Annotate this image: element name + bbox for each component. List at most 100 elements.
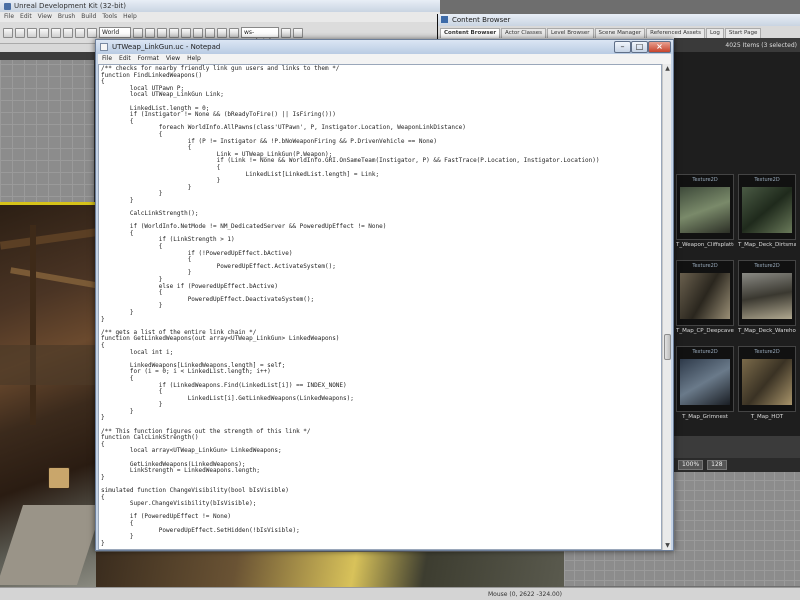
- asset-label: T_Map_HOT: [750, 414, 784, 420]
- asset-grid[interactable]: 4025 Items (3 selected) Texture2D T_Weap…: [674, 38, 800, 458]
- tab-level-browser[interactable]: Level Browser: [546, 28, 594, 38]
- code-line: LinkStrength = LinkedWeapons.length;: [101, 467, 260, 475]
- code-line: }: [101, 308, 134, 316]
- build-paths-button[interactable]: [193, 27, 203, 38]
- grid-button[interactable]: [145, 27, 155, 38]
- notepad-icon: [100, 43, 108, 51]
- scroll-up-icon[interactable]: ▲: [663, 64, 672, 73]
- tab-actor-classes[interactable]: Actor Classes: [501, 28, 546, 38]
- asset-thumbnail[interactable]: Texture2D T_Weapon_Cliffsplatter: [676, 174, 734, 258]
- top-viewport-toolbar: [0, 52, 96, 60]
- save-button[interactable]: [27, 27, 37, 38]
- texture-preview: [742, 359, 792, 405]
- rotate-tool-button[interactable]: [75, 27, 85, 38]
- asset-thumbnail[interactable]: Texture2D T_Map_Grimnest: [676, 346, 734, 430]
- maximize-button[interactable]: □: [631, 41, 648, 53]
- notepad-window: UTWeap_LinkGun.uc - Notepad – □ × File E…: [95, 39, 674, 551]
- notepad-menu-view[interactable]: View: [166, 54, 180, 64]
- camera-speed-button[interactable]: [157, 27, 167, 38]
- redo-button[interactable]: [51, 27, 61, 38]
- scroll-down-icon[interactable]: ▼: [663, 541, 672, 550]
- map-combo[interactable]: ws-marketplace: [241, 27, 281, 45]
- udk-app-icon: [4, 2, 11, 10]
- editor-menu-view[interactable]: View: [38, 13, 52, 21]
- asset-thumbnail-frame: Texture2D: [676, 260, 734, 326]
- play-in-editor-button[interactable]: [217, 27, 227, 38]
- asset-type: Texture2D: [692, 349, 718, 355]
- asset-view-bar: 100% 128: [674, 458, 800, 472]
- code-line: }: [101, 183, 192, 191]
- editor-menu-tools[interactable]: Tools: [102, 13, 117, 21]
- code-line: }: [101, 302, 163, 310]
- editor-title-text: Unreal Development Kit (32-bit): [14, 2, 126, 10]
- asset-thumbnail[interactable]: Texture2D T_Map_Deck_Warehouse: [738, 260, 796, 344]
- code-line: function GetLinkedWeapons(out array<UTWe…: [101, 335, 340, 343]
- actor-sprite-icon[interactable]: [48, 467, 70, 489]
- tab-log[interactable]: Log: [706, 28, 724, 38]
- coordinate-system-combo[interactable]: World: [99, 27, 131, 38]
- minimize-button[interactable]: –: [614, 41, 631, 53]
- scene-lower-strip: [96, 552, 564, 587]
- build-lighting-button[interactable]: [181, 27, 191, 38]
- editor-statusbar: Mouse (0, 2622 -324.00): [0, 587, 800, 600]
- tab-content-browser[interactable]: Content Browser: [440, 28, 501, 38]
- code-line: simulated function ChangeVisibility(bool…: [101, 487, 289, 494]
- scene-beam: [10, 267, 96, 289]
- zoom-combo[interactable]: 100%: [678, 460, 704, 470]
- asset-type: Texture2D: [692, 177, 718, 183]
- perspective-viewport[interactable]: [0, 202, 96, 587]
- code-line: }: [101, 533, 134, 541]
- editor-menu-file[interactable]: File: [4, 13, 14, 21]
- code-line: CalcLinkStrength();: [101, 210, 199, 218]
- asset-thumbnail[interactable]: Texture2D T_Map_CP_Deepcaves: [676, 260, 734, 344]
- editor-menu-help[interactable]: Help: [123, 13, 137, 21]
- editor-menu-edit[interactable]: Edit: [20, 13, 32, 21]
- notepad-menu-edit[interactable]: Edit: [119, 54, 131, 64]
- code-line: if (LinkStrength > 1): [101, 236, 235, 244]
- notepad-menubar: File Edit Format View Help: [98, 54, 671, 64]
- code-line: }: [101, 414, 105, 422]
- notepad-titlebar[interactable]: UTWeap_LinkGun.uc - Notepad – □ ×: [96, 40, 673, 54]
- asset-label: T_Map_Deck_Dirtsmall: [738, 242, 796, 248]
- tab-referenced-assets[interactable]: Referenced Assets: [646, 28, 706, 38]
- scene-beam: [0, 228, 96, 250]
- asset-thumbnail-frame: Texture2D: [738, 260, 796, 326]
- code-line: }: [101, 269, 192, 277]
- play-on-pc-button[interactable]: [229, 27, 239, 38]
- top-viewport[interactable]: [0, 52, 96, 202]
- scene-building: [0, 505, 96, 585]
- code-line: }: [101, 473, 105, 481]
- code-line: for (i = 0; i < LinkedList.length; i++): [101, 368, 271, 376]
- editor-menu-brush[interactable]: Brush: [58, 13, 75, 21]
- asset-thumbnail[interactable]: Texture2D T_Map_Deck_Dirtsmall: [738, 174, 796, 258]
- asset-thumbnail[interactable]: Texture2D T_Map_HOT: [738, 346, 796, 430]
- open-level-button[interactable]: [15, 27, 25, 38]
- snap-button[interactable]: [133, 27, 143, 38]
- build-geometry-button[interactable]: [169, 27, 179, 38]
- asset-type: Texture2D: [754, 349, 780, 355]
- new-level-button[interactable]: [3, 27, 13, 38]
- thumbnail-size-combo[interactable]: 128: [707, 460, 727, 470]
- viewport-toolbar: [0, 44, 100, 52]
- tab-scene-manager[interactable]: Scene Manager: [594, 28, 646, 38]
- tab-start-page[interactable]: Start Page: [724, 28, 762, 38]
- scroll-thumb[interactable]: [664, 334, 671, 360]
- code-line: if (WorldInfo.NetMode != NM_DedicatedSer…: [101, 223, 387, 231]
- scale-tool-button[interactable]: [87, 27, 97, 38]
- vertical-scrollbar[interactable]: ▲ ▼: [662, 64, 671, 550]
- undo-button[interactable]: [39, 27, 49, 38]
- translate-tool-button[interactable]: [63, 27, 73, 38]
- matinee-button[interactable]: [293, 27, 303, 38]
- notepad-menu-help[interactable]: Help: [187, 54, 201, 64]
- kismet-button[interactable]: [281, 27, 291, 38]
- notepad-menu-format[interactable]: Format: [138, 54, 159, 64]
- code-line: }: [101, 190, 163, 198]
- close-button[interactable]: ×: [648, 41, 671, 53]
- asset-type: Texture2D: [754, 177, 780, 183]
- texture-preview: [680, 187, 730, 233]
- build-all-button[interactable]: [205, 27, 215, 38]
- notepad-text-area[interactable]: /** checks for nearby friendly link gun …: [98, 64, 662, 550]
- notepad-menu-file[interactable]: File: [102, 54, 112, 64]
- asset-label: T_Map_Grimnest: [682, 414, 728, 420]
- editor-menu-build[interactable]: Build: [81, 13, 96, 21]
